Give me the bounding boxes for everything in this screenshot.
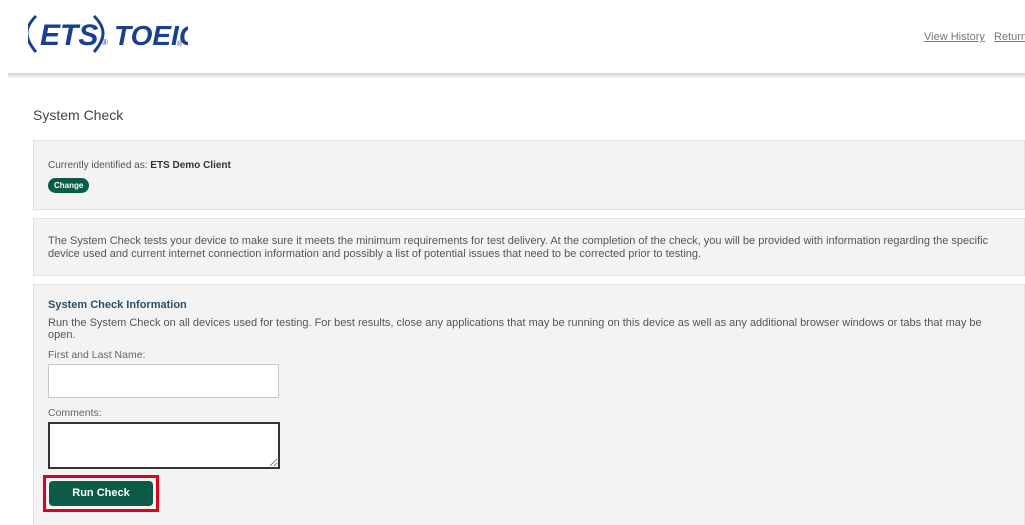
change-button[interactable]: Change xyxy=(48,178,90,193)
description-panel: The System Check tests your device to ma… xyxy=(33,218,1025,276)
comments-field[interactable] xyxy=(48,422,280,469)
logo-ets-text: ETS xyxy=(40,19,98,52)
identified-as-prefix: Currently identified as: xyxy=(48,160,148,171)
description-text: The System Check tests your device to ma… xyxy=(48,235,989,260)
page-header: ETS ® TOEIC ® View History Return xyxy=(0,0,1025,76)
name-input[interactable] xyxy=(48,364,279,398)
run-check-button[interactable]: Run Check xyxy=(49,481,153,506)
identified-as-text: Currently identified as: ETS Demo Client xyxy=(48,160,231,171)
logo-registered-mark-2: ® xyxy=(177,40,183,48)
info-text: Run the System Check on all devices used… xyxy=(48,317,982,341)
name-label: First and Last Name: xyxy=(48,349,146,361)
logo-registered-mark: ® xyxy=(102,38,108,47)
header-divider xyxy=(8,73,1025,79)
header-nav: View History Return xyxy=(924,31,1025,43)
comments-label: Comments: xyxy=(48,407,102,419)
client-name: ETS Demo Client xyxy=(150,160,231,171)
return-link[interactable]: Return xyxy=(994,31,1025,43)
system-check-info-panel: System Check Information Run the System … xyxy=(33,284,1025,525)
run-check-highlight: Run Check xyxy=(43,475,159,512)
page-title: System Check xyxy=(33,107,124,123)
identification-panel: Currently identified as: ETS Demo Client… xyxy=(33,140,1025,210)
view-history-link[interactable]: View History xyxy=(924,31,985,43)
ets-toeic-logo[interactable]: ETS ® TOEIC ® xyxy=(25,10,200,56)
info-title: System Check Information xyxy=(48,299,187,311)
